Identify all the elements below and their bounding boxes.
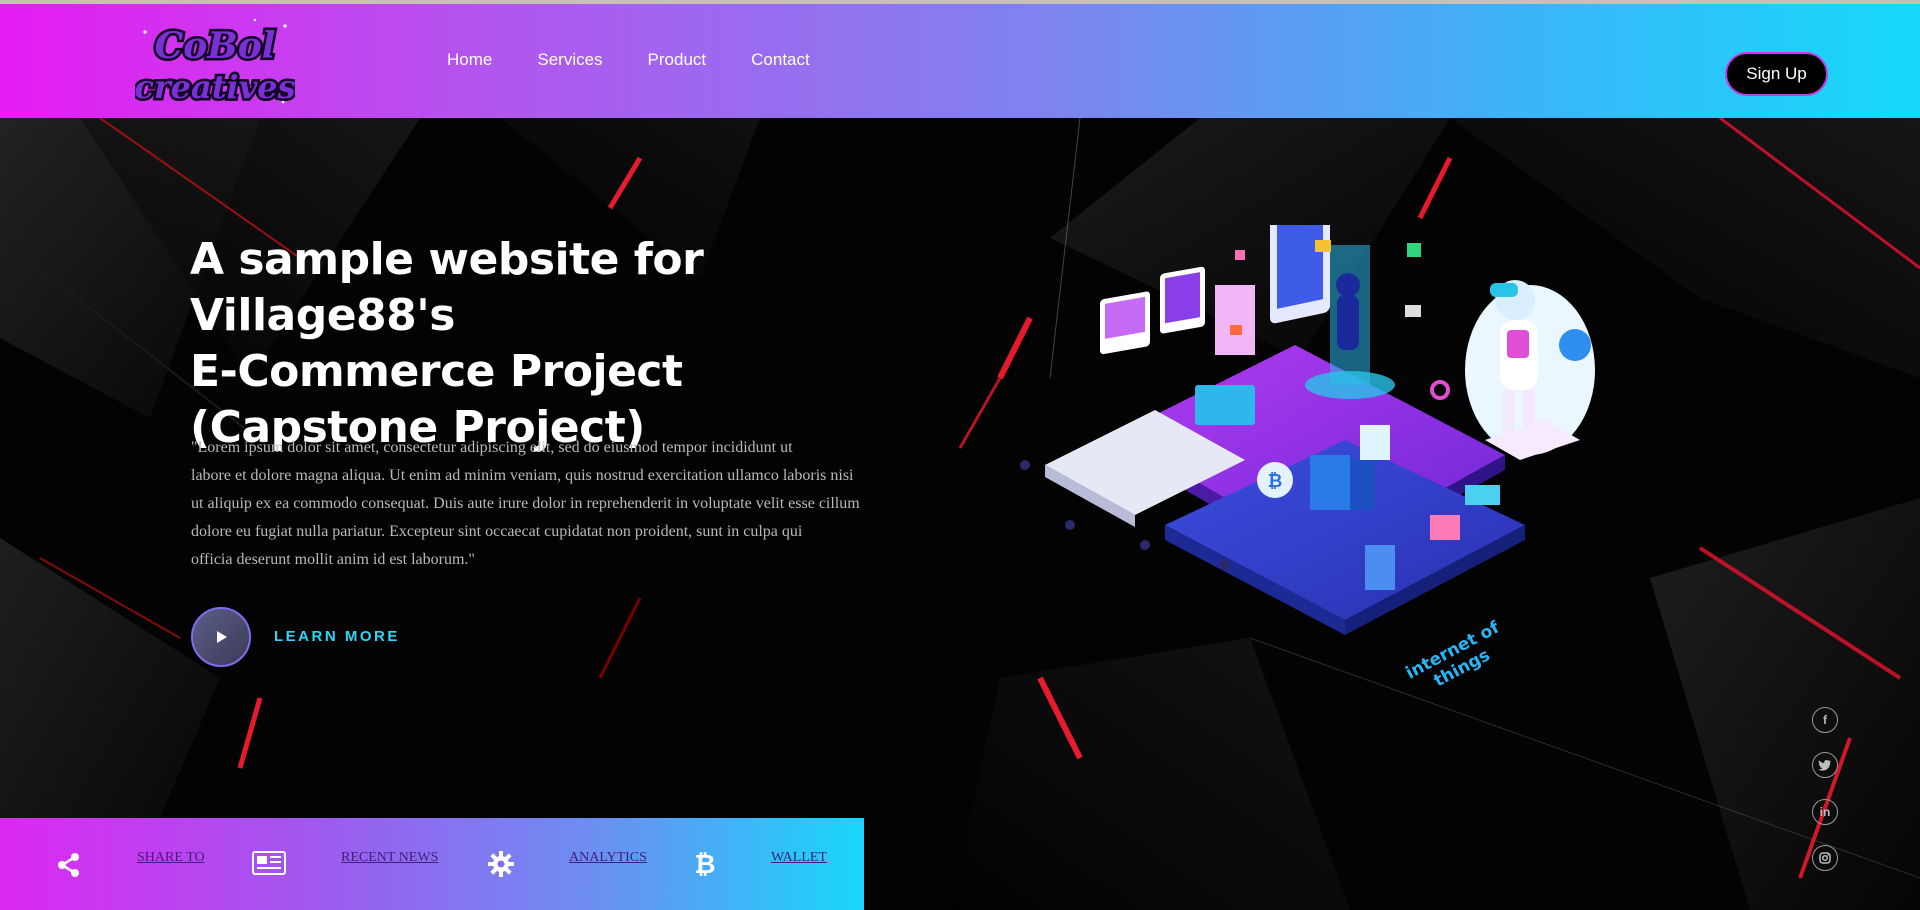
paragraph-line: "Lorem ipsum dolor sit amet, consectetur…	[191, 439, 793, 456]
wallet-link[interactable]: WALLET	[771, 850, 827, 866]
main-nav: Home Services Product Contact	[447, 50, 810, 70]
paragraph-line: dolore eu fugiat nulla pariatur. Excepte…	[191, 523, 803, 540]
headline-line-2: E-Commerce Project	[190, 346, 683, 397]
paragraph-line: officia deserunt mollit anim id est labo…	[191, 551, 475, 568]
share-to-link[interactable]: SHARE TO	[137, 850, 205, 866]
instagram-icon[interactable]	[1812, 845, 1838, 871]
site-header: CoBol creatives Home Services Product Co…	[0, 0, 1920, 118]
learn-more-link[interactable]: LEARN MORE	[274, 628, 400, 645]
twitter-icon[interactable]	[1812, 752, 1838, 778]
nav-product-link[interactable]: Product	[648, 50, 707, 70]
cobol-creatives-logo[interactable]: CoBol creatives	[135, 12, 295, 116]
bitcoin-icon[interactable]: ₿	[690, 849, 720, 880]
headline-line-1: A sample website for Village88's	[190, 234, 704, 341]
logo-line-2: creatives	[135, 68, 295, 106]
analytics-link[interactable]: ANALYTICS	[569, 850, 647, 866]
nav-home-link[interactable]: Home	[447, 50, 492, 70]
recent-news-link[interactable]: RECENT NEWS	[341, 850, 438, 866]
newspaper-icon[interactable]	[252, 848, 286, 878]
svg-text:₿: ₿	[1268, 471, 1283, 492]
paragraph-line: ut aliquip ex ea commodo consequat. Duis…	[191, 495, 860, 512]
logo-line-1: CoBol	[155, 25, 276, 67]
nav-contact-link[interactable]: Contact	[751, 50, 810, 70]
iot-isometric-illustration: ₿ internet of things	[1020, 225, 1595, 685]
sign-up-button[interactable]: Sign Up	[1725, 52, 1828, 96]
nav-services-link[interactable]: Services	[537, 50, 602, 70]
gear-icon[interactable]	[486, 849, 516, 879]
play-video-button[interactable]	[191, 607, 251, 667]
linkedin-icon[interactable]: in	[1812, 799, 1838, 825]
play-icon	[217, 631, 227, 643]
hero-headline: A sample website for Village88's E-Comme…	[190, 232, 950, 456]
facebook-icon[interactable]: f	[1812, 707, 1838, 733]
paragraph-line: labore et dolore magna aliqua. Ut enim a…	[191, 467, 854, 484]
share-icon[interactable]	[54, 850, 84, 880]
hero-paragraph: "Lorem ipsum dolor sit amet, consectetur…	[191, 434, 916, 574]
